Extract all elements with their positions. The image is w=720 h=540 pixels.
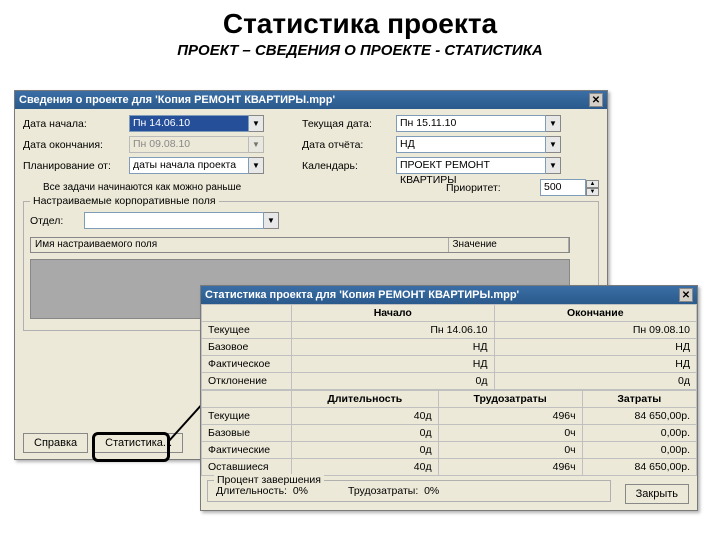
- start-date-input[interactable]: Пн 14.06.10: [129, 115, 249, 132]
- label-start-date: Дата начала:: [23, 118, 125, 130]
- priority-input[interactable]: 500: [540, 179, 586, 196]
- close-button[interactable]: Закрыть: [625, 484, 689, 504]
- grid-col-value: Значение: [449, 238, 569, 252]
- plan-note: Все задачи начинаются как можно раньше: [43, 182, 442, 193]
- label-dept: Отдел:: [30, 215, 80, 227]
- help-button[interactable]: Справка: [23, 433, 88, 453]
- dropdown-icon[interactable]: ▼: [546, 115, 561, 132]
- grid-col-name: Имя настраиваемого поля: [31, 238, 449, 252]
- pct-work-label: Трудозатраты:: [348, 485, 418, 497]
- calendar-select[interactable]: ПРОЕКТ РЕМОНТ КВАРТИРЫ: [396, 157, 546, 174]
- pct-work-value: 0%: [424, 485, 439, 497]
- statistics-highlight: [92, 432, 170, 462]
- stat-title: Статистика проекта для 'Копия РЕМОНТ КВА…: [205, 286, 519, 304]
- slide-title: Статистика проекта: [0, 0, 720, 42]
- stat-table-dates: НачалоОкончание ТекущееПн 14.06.10Пн 09.…: [201, 304, 697, 390]
- dept-select[interactable]: [84, 212, 264, 229]
- percent-title: Процент завершения: [214, 474, 324, 486]
- dropdown-icon[interactable]: ▼: [264, 212, 279, 229]
- stat-titlebar: Статистика проекта для 'Копия РЕМОНТ КВА…: [201, 286, 697, 304]
- col-end: Окончание: [494, 305, 697, 322]
- end-date-input: Пн 09.08.10: [129, 136, 249, 153]
- spin-down-icon[interactable]: ▼: [586, 188, 599, 196]
- table-row-label: Текущее: [202, 322, 292, 339]
- dropdown-icon[interactable]: ▼: [546, 157, 561, 174]
- col-cost: Затраты: [582, 391, 696, 408]
- col-dur: Длительность: [292, 391, 439, 408]
- col-start: Начало: [292, 305, 495, 322]
- col-work: Трудозатраты: [438, 391, 582, 408]
- dropdown-icon[interactable]: ▼: [249, 157, 264, 174]
- info-titlebar: Сведения о проекте для 'Копия РЕМОНТ КВА…: [15, 91, 607, 109]
- label-report-date: Дата отчёта:: [302, 139, 392, 151]
- slide-subtitle: ПРОЕКТ – СВЕДЕНИЯ О ПРОЕКТЕ - СТАТИСТИКА: [0, 42, 720, 67]
- report-date-input[interactable]: НД: [396, 136, 546, 153]
- label-priority: Приоритет:: [446, 182, 536, 194]
- current-date-input[interactable]: Пн 15.11.10: [396, 115, 546, 132]
- label-end-date: Дата окончания:: [23, 139, 125, 151]
- spin-up-icon[interactable]: ▲: [586, 180, 599, 188]
- pct-dur-value: 0%: [293, 485, 308, 497]
- plan-from-select[interactable]: даты начала проекта: [129, 157, 249, 174]
- label-calendar: Календарь:: [302, 160, 392, 172]
- dropdown-icon: ▼: [249, 136, 264, 153]
- label-plan-from: Планирование от:: [23, 160, 125, 172]
- pct-dur-label: Длительность:: [216, 485, 287, 497]
- dropdown-icon[interactable]: ▼: [546, 136, 561, 153]
- custom-fields-title: Настраиваемые корпоративные поля: [30, 195, 219, 207]
- close-icon[interactable]: ✕: [589, 93, 603, 107]
- info-title: Сведения о проекте для 'Копия РЕМОНТ КВА…: [19, 91, 335, 109]
- percent-complete-group: Процент завершения Длительность: 0% Труд…: [207, 480, 611, 502]
- dropdown-icon[interactable]: ▼: [249, 115, 264, 132]
- close-icon[interactable]: ✕: [679, 288, 693, 302]
- statistics-window: Статистика проекта для 'Копия РЕМОНТ КВА…: [200, 285, 698, 511]
- label-current-date: Текущая дата:: [302, 118, 392, 130]
- stat-table-values: ДлительностьТрудозатратыЗатраты Текущие4…: [201, 390, 697, 476]
